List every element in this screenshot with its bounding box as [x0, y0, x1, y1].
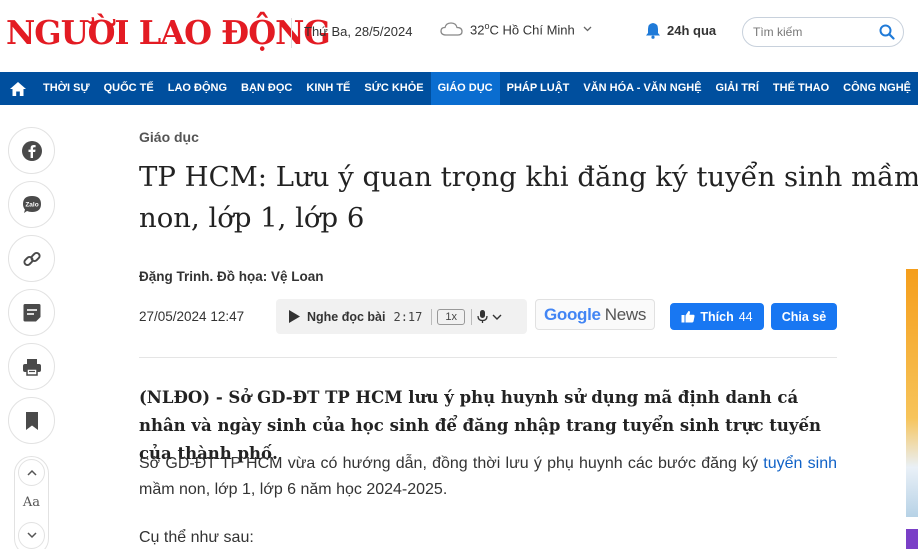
svg-text:Zalo: Zalo	[25, 201, 38, 208]
right-ad-banner[interactable]	[906, 269, 918, 517]
site-logo[interactable]: NGƯỜI LAO ĐỘNG	[6, 12, 331, 54]
weather-text: 32oC Hồ Chí Minh	[470, 20, 575, 38]
home-button[interactable]	[0, 72, 36, 105]
audio-divider	[431, 308, 433, 325]
share-facebook-button[interactable]	[8, 127, 55, 174]
audio-player: Nghe đọc bài 2:17 1x	[276, 299, 527, 334]
font-decrease-button[interactable]	[18, 522, 45, 549]
share-zalo-button[interactable]: Zalo	[8, 181, 55, 228]
tuyen-sinh-link[interactable]: tuyển sinh	[763, 455, 837, 472]
latest-news-link[interactable]: 24h qua	[645, 22, 716, 39]
nav-cong-nghe[interactable]: CÔNG NGHỆ	[836, 72, 918, 105]
print-icon	[22, 358, 41, 376]
nav-thoi-su[interactable]: THỜI SỰ	[36, 72, 97, 105]
like-count: 44	[738, 309, 753, 324]
nav-lao-dong[interactable]: LAO ĐỘNG	[161, 72, 234, 105]
search-icon[interactable]	[879, 24, 895, 40]
font-increase-button[interactable]	[18, 459, 45, 486]
logo-text: NGƯỜI LAO ĐỘNG	[6, 13, 331, 52]
thumbs-up-icon	[681, 310, 695, 323]
audio-label: Nghe đọc bài	[307, 309, 386, 324]
copy-link-button[interactable]	[8, 235, 55, 282]
chevron-down-icon[interactable]	[583, 26, 592, 32]
audio-duration: 2:17	[393, 309, 423, 324]
nav-suc-khoe[interactable]: SỨC KHỎE	[357, 72, 430, 105]
weather-widget[interactable]: 32oC Hồ Chí Minh	[440, 20, 592, 38]
play-icon[interactable]	[288, 309, 301, 324]
print-button[interactable]	[8, 343, 55, 390]
nav-giao-duc[interactable]: GIÁO DỤC	[430, 72, 500, 105]
nav-giai-tri[interactable]: GIẢI TRÍ	[709, 72, 766, 105]
article-author: Đặng Trinh. Đồ họa: Vệ Loan	[139, 269, 324, 284]
font-size-panel: Aa	[14, 456, 49, 549]
article-paragraph: Cụ thể như sau:	[139, 529, 254, 546]
comment-button[interactable]	[8, 289, 55, 336]
nav-the-thao[interactable]: THỂ THAO	[766, 72, 836, 105]
playback-speed-button[interactable]: 1x	[437, 308, 466, 325]
current-date: Thứ Ba, 28/5/2024	[304, 24, 413, 39]
article-title: TP HCM: Lưu ý quan trọng khi đăng ký tuy…	[139, 161, 918, 234]
font-size-label: Aa	[22, 495, 41, 510]
chevron-down-icon	[26, 532, 37, 539]
right-ad-banner[interactable]	[906, 529, 918, 549]
bookmark-icon	[25, 411, 38, 430]
google-news-logo: Google News	[543, 304, 647, 324]
publish-time: 27/05/2024 12:47	[139, 309, 245, 324]
like-label: Thích	[700, 309, 734, 324]
facebook-like-button[interactable]: Thích 44	[670, 303, 764, 330]
home-icon	[10, 81, 26, 96]
facebook-icon	[21, 140, 42, 161]
cloud-icon	[440, 22, 463, 36]
article-divider	[139, 357, 837, 358]
main-nav: THỜI SỰ QUỐC TẾ LAO ĐỘNG BẠN ĐỌC KINH TẾ…	[0, 72, 918, 105]
nav-quoc-te[interactable]: QUỐC TẾ	[97, 72, 161, 105]
comment-icon	[23, 303, 40, 321]
chevron-up-icon	[26, 469, 37, 476]
zalo-icon: Zalo	[22, 195, 41, 213]
nav-kinh-te[interactable]: KINH TẾ	[299, 72, 357, 105]
link-icon	[22, 251, 41, 266]
search-box[interactable]	[742, 17, 904, 47]
microphone-icon	[477, 310, 488, 323]
bell-icon	[646, 23, 660, 39]
article-paragraph: Sở GD-ĐT TP HCM vừa có hướng dẫn, đồng t…	[139, 455, 838, 498]
nav-ban-doc[interactable]: BẠN ĐỌC	[234, 72, 299, 105]
latest-news-label: 24h qua	[667, 23, 717, 38]
facebook-share-button[interactable]: Chia sẻ	[771, 303, 837, 330]
voice-select[interactable]	[477, 309, 502, 324]
search-input[interactable]	[753, 25, 871, 39]
bookmark-button[interactable]	[8, 397, 55, 444]
chevron-down-icon	[492, 314, 502, 320]
nav-phap-luat[interactable]: PHÁP LUẬT	[500, 72, 577, 105]
google-news-button[interactable]: Google News	[535, 299, 655, 330]
nav-van-hoa[interactable]: VĂN HÓA - VĂN NGHỆ	[576, 72, 708, 105]
article-category[interactable]: Giáo dục	[139, 129, 199, 145]
header-separator	[291, 18, 292, 48]
site-header: NGƯỜI LAO ĐỘNG Thứ Ba, 28/5/2024 32oC Hồ…	[0, 0, 918, 72]
audio-divider	[471, 308, 473, 325]
